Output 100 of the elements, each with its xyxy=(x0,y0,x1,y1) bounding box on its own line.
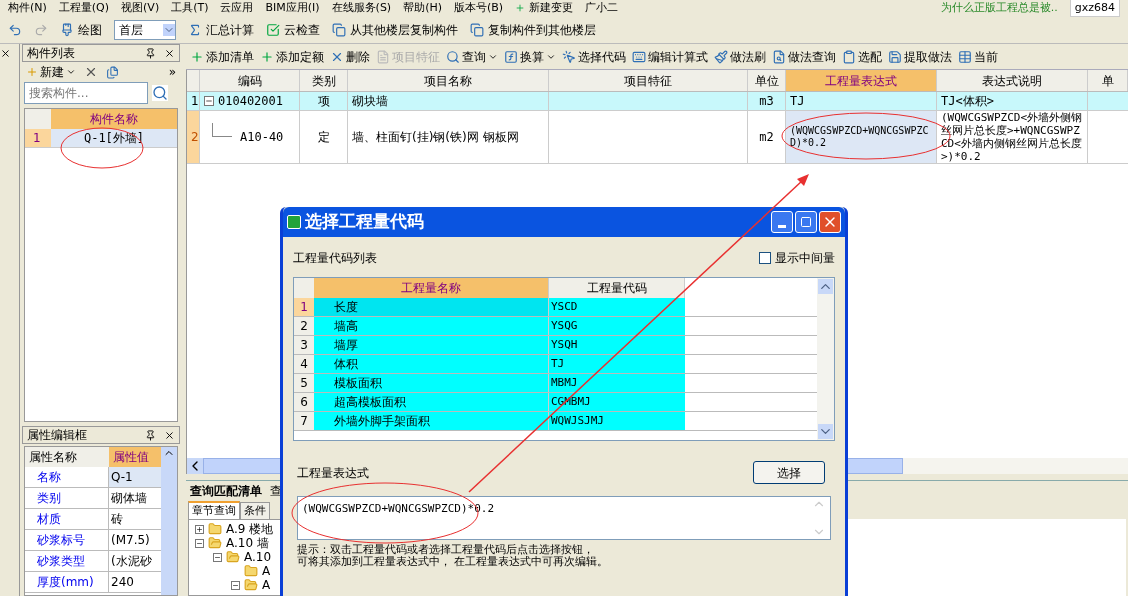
table-cell[interactable]: 墙厚 xyxy=(314,336,549,354)
table-cell[interactable]: 长度 xyxy=(314,298,549,316)
scroll-up-icon[interactable] xyxy=(818,279,833,294)
brush-icon xyxy=(60,22,74,37)
tab[interactable]: 查 xyxy=(270,482,282,500)
column-header[interactable]: 编码 xyxy=(200,70,300,91)
table-cell[interactable]: 外墙外脚手架面积 xyxy=(314,412,549,430)
column-header[interactable]: 项目名称 xyxy=(348,70,549,91)
table-cell[interactable]: 墙高 xyxy=(314,317,549,335)
floor-select[interactable]: 首层 xyxy=(114,19,176,40)
minimize-button[interactable] xyxy=(771,211,793,233)
column-header[interactable]: 表达式说明 xyxy=(937,70,1088,91)
draw-button[interactable]: 绘图 xyxy=(60,20,102,39)
new-button[interactable]: 新建 xyxy=(26,63,76,81)
toolbar-button[interactable]: 换算 xyxy=(504,47,556,66)
property-value[interactable]: Q-1 xyxy=(109,467,161,487)
table-cell[interactable]: YSQG xyxy=(549,317,685,335)
toolbar-button[interactable]: 从其他楼层复制构件 xyxy=(332,20,458,39)
search-field[interactable]: 搜索构件... xyxy=(24,82,148,104)
scrollbar[interactable] xyxy=(161,447,177,595)
table-cell[interactable]: 模板面积 xyxy=(314,374,549,392)
check-icon xyxy=(266,22,280,37)
tab[interactable]: 查询匹配清单 xyxy=(190,482,262,500)
toolbar-button[interactable]: 编辑计算式 xyxy=(632,47,708,66)
column-header[interactable]: 单位 xyxy=(748,70,786,91)
table-cell[interactable]: WQWJSJMJ xyxy=(549,412,685,430)
maximize-button[interactable] xyxy=(795,211,817,233)
pin-icon[interactable] xyxy=(145,429,156,441)
collapse-toggle[interactable] xyxy=(213,552,222,562)
menu-item[interactable]: 视图(V) xyxy=(121,0,160,17)
table-cell[interactable]: YSQH xyxy=(549,336,685,354)
scroll-down-icon[interactable] xyxy=(818,424,833,439)
expand-toggle[interactable] xyxy=(195,524,204,534)
table-row[interactable]: Q-1[外墙] xyxy=(51,129,177,147)
column-header[interactable]: 工程量代码 xyxy=(549,278,685,298)
close-button[interactable] xyxy=(819,211,841,233)
collapse-toggle[interactable] xyxy=(195,538,204,548)
toolbar-button[interactable]: 选择代码 xyxy=(562,47,626,66)
table-cell[interactable]: MBMJ xyxy=(549,374,685,392)
column-header[interactable]: 工程量名称 xyxy=(314,278,549,298)
news-link[interactable]: 为什么正版工程总是被.. xyxy=(940,0,1058,17)
tab[interactable]: 章节查询 xyxy=(188,500,240,519)
copy-icon xyxy=(332,22,346,37)
toolbar-button[interactable]: 做法刷 xyxy=(714,47,766,66)
toolbar-button[interactable]: 云检查 xyxy=(266,20,320,39)
toolbar-button[interactable]: 复制构件到其他楼层 xyxy=(470,20,596,39)
checkbox[interactable] xyxy=(759,252,771,264)
collapse-toggle[interactable] xyxy=(204,96,214,106)
assistant-button[interactable]: 广小二 xyxy=(585,0,619,17)
close-icon[interactable] xyxy=(164,429,175,441)
table-cell-text: 墙、柱面钉(挂)钢(铁)网 钢板网 xyxy=(352,129,519,146)
delete-icon[interactable] xyxy=(84,65,98,79)
menu-item[interactable]: 云应用 xyxy=(220,0,254,17)
close-icon[interactable] xyxy=(0,48,11,59)
column-header[interactable]: 类别 xyxy=(300,70,348,91)
table-cell-text: (WQWCGSWPZCD+WQNCGSWPZCD)*0.2 xyxy=(790,125,930,149)
table-cell[interactable]: 体积 xyxy=(314,355,549,373)
copy-icon[interactable] xyxy=(106,65,119,79)
scrollbar[interactable] xyxy=(817,278,834,440)
table-cell[interactable]: 超高模板面积 xyxy=(314,393,549,411)
select-button[interactable]: 选择 xyxy=(753,461,825,484)
show-intermediate-checkbox[interactable]: 显示中间量 xyxy=(759,249,835,267)
more-button[interactable]: » xyxy=(168,63,176,81)
scroll-left-icon[interactable] xyxy=(187,458,203,474)
search-icon[interactable] xyxy=(152,85,168,101)
tree-line xyxy=(212,123,232,137)
table-cell[interactable]: TJ xyxy=(549,355,685,373)
pin-icon[interactable] xyxy=(145,47,156,59)
menu-item[interactable]: BIM应用(I) xyxy=(265,0,320,17)
column-header[interactable]: 工程量表达式 xyxy=(786,70,937,91)
toolbar-button[interactable]: 删除 xyxy=(330,47,370,66)
toolbar-button[interactable]: 做法查询 xyxy=(772,47,836,66)
column-header[interactable]: 单 xyxy=(1088,70,1128,91)
account-field[interactable]: gxz684 xyxy=(1069,0,1120,18)
toolbar-button[interactable]: 提取做法 xyxy=(888,47,952,66)
toolbar-button[interactable]: 汇总计算 xyxy=(188,20,254,39)
toolbar-button[interactable]: 选配 xyxy=(842,47,882,66)
column-header[interactable]: 项目特征 xyxy=(549,70,748,91)
menu-item[interactable]: 工具(T) xyxy=(171,0,209,17)
save-icon xyxy=(888,49,902,64)
toolbar-button[interactable]: 添加定额 xyxy=(260,47,324,66)
menu-item[interactable]: 版本号(B) xyxy=(454,0,504,17)
new-change-button[interactable]: 新建变更 xyxy=(515,0,574,17)
toolbar-button[interactable]: 查询 xyxy=(446,47,498,66)
table-cell-text: TJ xyxy=(790,93,805,110)
table-cell[interactable]: YSCD xyxy=(549,298,685,316)
table-cell-text: m2 xyxy=(759,129,774,146)
menu-item[interactable]: 构件(N) xyxy=(8,0,47,17)
close-icon[interactable] xyxy=(164,47,175,59)
open-folder-icon xyxy=(208,536,222,550)
menu-item[interactable]: 在线服务(S) xyxy=(331,0,392,17)
toolbar-button[interactable]: 当前 xyxy=(958,47,998,66)
column-header: 构件名称 xyxy=(51,109,177,129)
collapse-toggle[interactable] xyxy=(231,580,240,590)
undo-icon[interactable] xyxy=(8,22,22,37)
menu-item[interactable]: 工程量(Q) xyxy=(58,0,110,17)
toolbar-button[interactable]: 添加清单 xyxy=(190,47,254,66)
sigma-icon xyxy=(188,22,202,37)
tab[interactable]: 条件 xyxy=(240,501,270,519)
menu-item[interactable]: 帮助(H) xyxy=(403,0,443,17)
